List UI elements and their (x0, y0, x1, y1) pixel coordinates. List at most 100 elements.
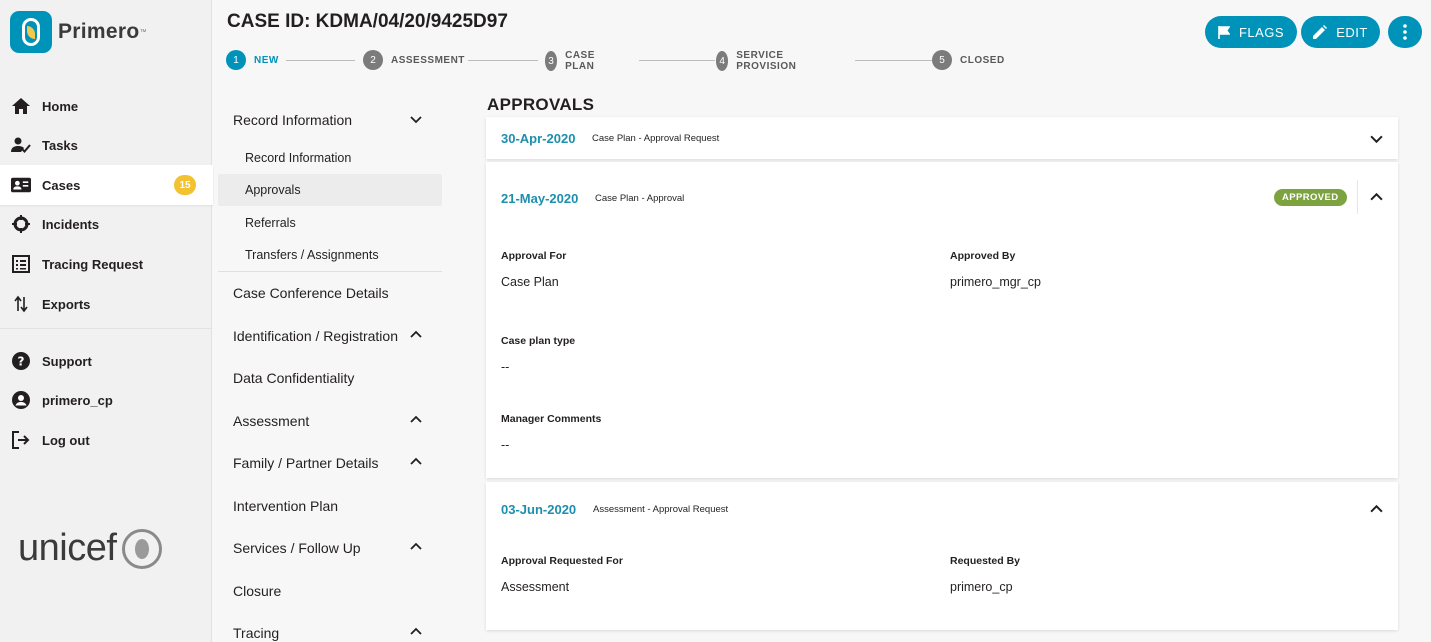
field-value: -- (501, 360, 510, 374)
field-label: Approval Requested For (501, 555, 623, 567)
flags-button[interactable]: FLAGS (1205, 16, 1297, 48)
form-section-label: Approvals (245, 183, 301, 197)
form-group-label: Tracing (233, 625, 280, 641)
nav-item-exports[interactable]: Exports (0, 284, 212, 324)
form-section-referrals[interactable]: Referrals (218, 207, 442, 239)
field-label: Manager Comments (501, 413, 602, 425)
form-group-identification[interactable]: Identification / Registration (218, 316, 442, 356)
nav-item-tracing-request[interactable]: Tracing Request (0, 244, 212, 284)
form-group-family-partner[interactable]: Family / Partner Details (218, 443, 442, 483)
field-value: primero_cp (950, 580, 1013, 594)
approval-panel[interactable]: 30-Apr-2020 Case Plan - Approval Request (486, 117, 1398, 159)
step-label: CLOSED (960, 54, 1005, 66)
unicef-emblem-icon (122, 528, 163, 569)
form-section-transfers-assignments[interactable]: Transfers / Assignments (218, 239, 442, 271)
step-number: 4 (716, 51, 729, 71)
chevron-up-icon (410, 415, 422, 423)
nav-label: Home (42, 98, 79, 114)
tasks-icon (11, 135, 31, 155)
primero-logo-icon (10, 11, 52, 53)
chevron-up-icon (410, 627, 422, 635)
approval-date: 30-Apr-2020 (501, 131, 576, 146)
field-label: Requested By (950, 555, 1021, 567)
form-group-label: Data Confidentiality (233, 370, 355, 386)
nav-item-support[interactable]: ? Support (0, 341, 212, 381)
form-group-label: Assessment (233, 413, 310, 429)
unicef-wordmark: unicef (18, 527, 117, 569)
step-number: 2 (363, 50, 383, 70)
step-label: ASSESSMENT (391, 54, 465, 66)
nav-item-tasks[interactable]: Tasks (0, 125, 212, 165)
left-navigation: Primero ™ Home Tasks Cases 15 Incidents … (0, 0, 213, 642)
step-number: 3 (545, 51, 558, 71)
approval-panel[interactable]: 03-Jun-2020 Assessment - Approval Reques… (486, 482, 1398, 630)
stepper-connector (286, 60, 355, 61)
field-label: Case plan type (501, 335, 576, 347)
unicef-logo: unicef (18, 527, 163, 570)
form-group-label: Identification / Registration (233, 328, 398, 344)
chevron-up-icon[interactable] (1370, 191, 1383, 204)
form-section-label: Transfers / Assignments (245, 248, 379, 262)
chevron-down-icon[interactable] (1370, 132, 1383, 145)
stepper-connector (468, 60, 538, 61)
approval-description: Case Plan - Approval Request (592, 133, 720, 144)
form-group-tracing[interactable]: Tracing (218, 613, 442, 642)
edit-button[interactable]: EDIT (1301, 16, 1380, 48)
form-group-label: Family / Partner Details (233, 455, 379, 471)
chevron-up-icon (410, 457, 422, 465)
home-icon (11, 96, 31, 116)
stepper-connector (639, 60, 715, 61)
nav-label: primero_cp (42, 392, 113, 408)
primero-logo[interactable]: Primero ™ (10, 11, 146, 53)
nav-label: Support (42, 353, 92, 369)
approval-panel[interactable]: 21-May-2020 Case Plan - Approval APPROVE… (486, 162, 1398, 478)
form-group-case-conference[interactable]: Case Conference Details (218, 273, 442, 313)
form-group-closure[interactable]: Closure (218, 571, 442, 611)
step-number: 5 (932, 50, 952, 70)
form-group-intervention-plan[interactable]: Intervention Plan (218, 486, 442, 526)
logout-icon (11, 430, 31, 450)
chevron-down-icon (410, 116, 422, 124)
form-group-services-follow-up[interactable]: Services / Follow Up (218, 528, 442, 568)
step-new: 1 NEW (226, 50, 279, 70)
field-label: Approval For (501, 250, 567, 262)
panel-divider (1357, 180, 1358, 214)
form-section-record-information[interactable]: Record Information (218, 142, 442, 174)
step-number: 1 (226, 50, 246, 70)
user-icon (11, 390, 31, 410)
approval-description: Case Plan - Approval (595, 193, 685, 204)
more-actions-button[interactable] (1388, 16, 1422, 48)
pencil-icon (1313, 25, 1328, 39)
form-group-record-information[interactable]: Record Information (218, 100, 442, 140)
nav-divider (0, 328, 212, 329)
app-name: Primero (58, 20, 140, 43)
approval-date: 03-Jun-2020 (501, 502, 577, 517)
chevron-up-icon[interactable] (1370, 503, 1383, 516)
form-section-label: Referrals (245, 216, 296, 230)
incidents-icon (11, 214, 31, 234)
cases-count-badge: 15 (174, 175, 196, 195)
nav-item-cases[interactable]: Cases 15 (0, 165, 213, 205)
form-section-label: Record Information (245, 151, 352, 165)
stepper-connector (855, 60, 932, 61)
nav-item-user[interactable]: primero_cp (0, 380, 212, 420)
step-service-provision: 4 SERVICE PROVISION (716, 50, 804, 72)
form-group-label: Record Information (233, 112, 353, 128)
page-title: CASE ID: KDMA/04/20/9425D97 (227, 11, 508, 32)
field-label: Approved By (950, 250, 1016, 262)
status-badge: APPROVED (1274, 189, 1347, 206)
field-value: primero_mgr_cp (950, 275, 1042, 289)
form-group-label: Closure (233, 583, 282, 599)
edit-button-label: EDIT (1336, 24, 1368, 40)
nav-item-incidents[interactable]: Incidents (0, 204, 212, 244)
nav-label: Tracing Request (42, 256, 144, 272)
nav-label: Tasks (42, 137, 78, 153)
form-section-approvals[interactable]: Approvals (218, 174, 442, 206)
form-group-assessment[interactable]: Assessment (218, 401, 442, 441)
chevron-up-icon (410, 330, 422, 338)
nav-item-logout[interactable]: Log out (0, 420, 212, 460)
form-group-data-confidentiality[interactable]: Data Confidentiality (218, 358, 442, 398)
form-group-label: Intervention Plan (233, 498, 339, 514)
nav-item-home[interactable]: Home (0, 86, 212, 126)
support-icon: ? (11, 351, 31, 371)
